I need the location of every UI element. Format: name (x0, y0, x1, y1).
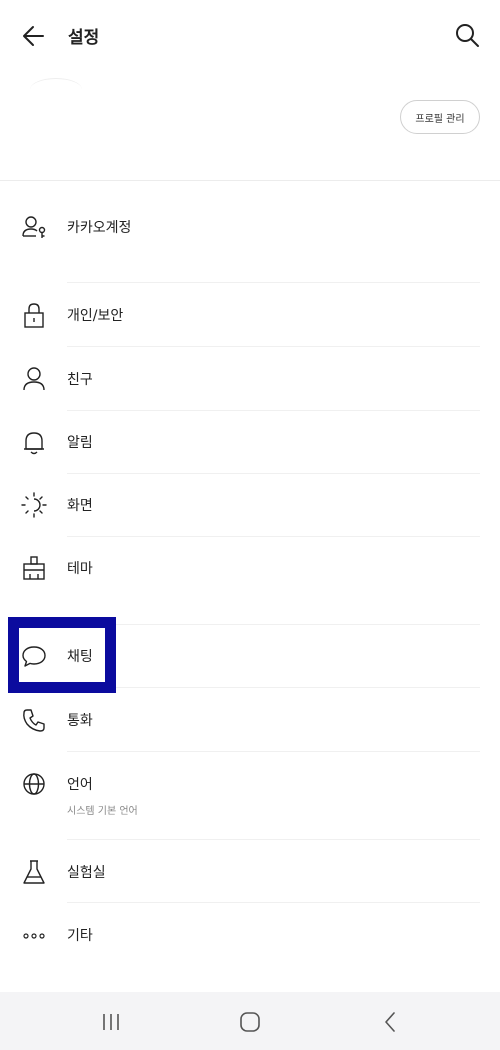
menu-item-friends[interactable]: 친구 (0, 347, 500, 410)
phone-icon (23, 709, 45, 732)
recent-apps-icon[interactable] (97, 1008, 125, 1036)
menu-item-label: 알림 (67, 435, 93, 451)
profile-avatar[interactable] (30, 78, 82, 101)
person-key-icon (22, 216, 46, 238)
globe-icon (23, 773, 45, 795)
menu-item-label: 개인/보안 (67, 308, 124, 324)
menu-item-label: 카카오계정 (67, 220, 132, 236)
arrow-left-icon[interactable] (20, 22, 48, 50)
bell-icon (24, 432, 44, 455)
menu-item-theme[interactable]: 테마 (0, 536, 500, 599)
menu-item-kakao-account[interactable]: 카카오계정 (0, 195, 500, 258)
flask-icon (23, 860, 45, 884)
lock-icon (24, 303, 44, 328)
menu-item-notifications[interactable]: 알림 (0, 410, 500, 473)
menu-item-label: 통화 (67, 713, 93, 729)
page-title: 설정 (68, 28, 100, 48)
more-dots-icon (23, 933, 45, 939)
menu-item-privacy[interactable]: 개인/보안 (0, 283, 500, 346)
nav-back-icon[interactable] (377, 1008, 405, 1036)
menu-item-call[interactable]: 통화 (0, 688, 500, 751)
highlight-box (8, 617, 116, 693)
menu-item-etc[interactable]: 기타 (0, 903, 500, 966)
search-icon[interactable] (453, 21, 481, 49)
menu-item-sublabel: 시스템 기본 언어 (67, 806, 138, 817)
menu-item-label: 테마 (67, 561, 93, 577)
menu-item-label: 친구 (67, 372, 93, 388)
top-app-bar: 설정 (0, 0, 500, 70)
section-divider (0, 180, 500, 181)
menu-item-labs[interactable]: 실험실 (0, 840, 500, 903)
menu-item-display[interactable]: 화면 (0, 473, 500, 536)
menu-item-label: 기타 (67, 928, 93, 944)
profile-manage-button[interactable]: 프로필 관리 (400, 100, 480, 134)
menu-item-label: 화면 (67, 498, 93, 514)
person-icon (23, 367, 45, 391)
paint-brush-icon (23, 556, 45, 580)
menu-item-label: 실험실 (67, 865, 106, 881)
menu-item-label: 언어 (67, 777, 93, 793)
home-icon[interactable] (236, 1008, 264, 1036)
menu-item-language[interactable]: 언어 시스템 기본 언어 (0, 752, 500, 840)
brightness-icon (21, 492, 47, 518)
system-nav-bar (0, 992, 500, 1050)
